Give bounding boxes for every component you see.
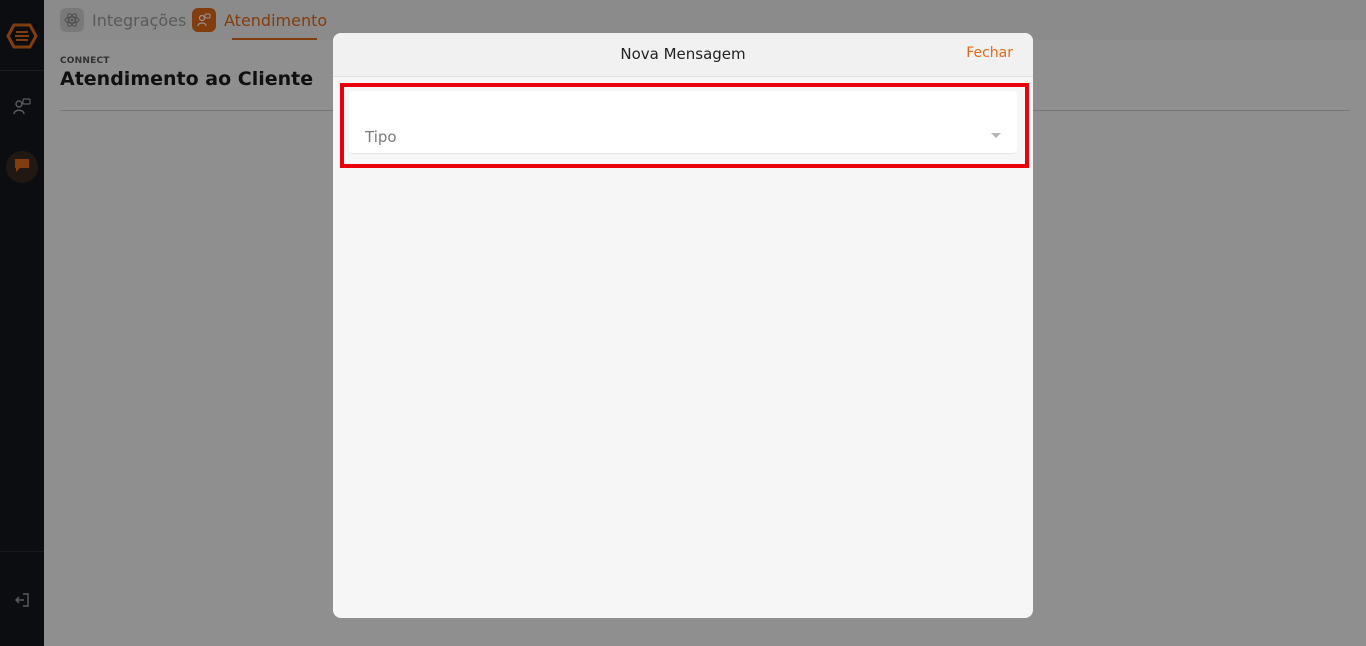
type-select[interactable]: Tipo [349, 91, 1017, 154]
dialog-header: Nova Mensagem Fechar [333, 33, 1033, 77]
dropdown-arrow-icon [991, 133, 1001, 138]
close-button[interactable]: Fechar [966, 45, 1013, 61]
dialog-title: Nova Mensagem [620, 45, 746, 63]
type-select-label: Tipo [365, 128, 397, 146]
new-message-dialog: Nova Mensagem Fechar Tipo [333, 33, 1033, 618]
